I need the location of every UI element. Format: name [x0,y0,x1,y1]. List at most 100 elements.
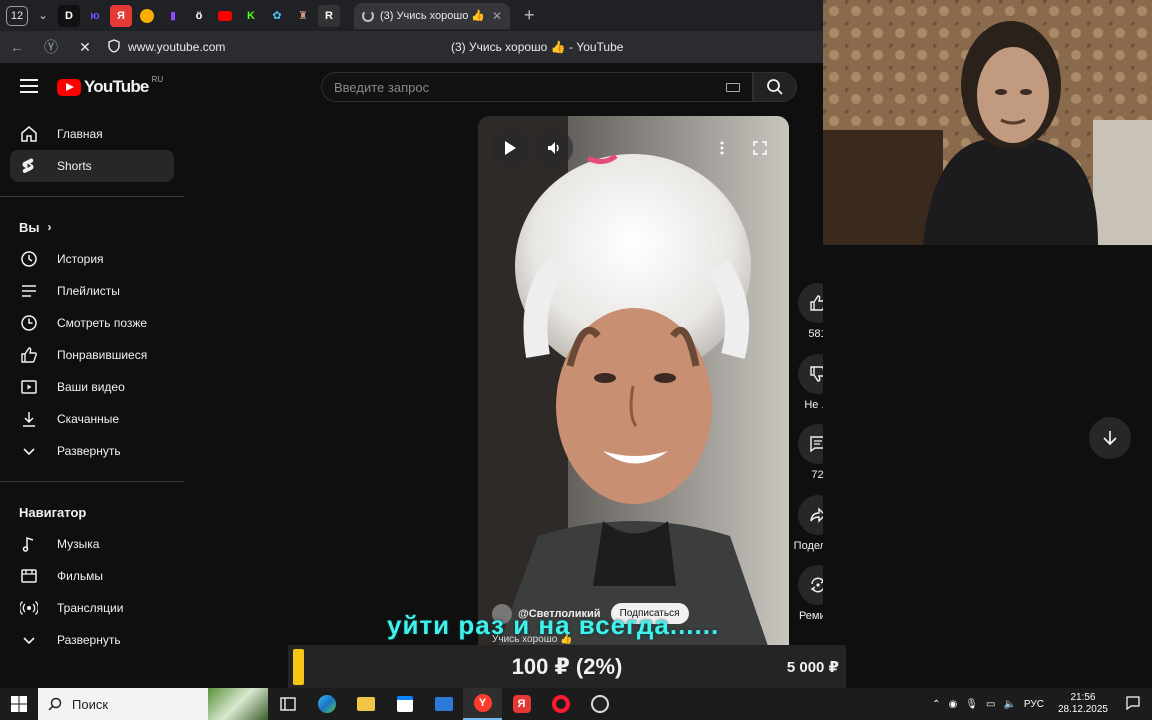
sidebar-item-label: Плейлисты [57,284,120,298]
speaker-icon[interactable]: 🔈 [1003,699,1015,710]
sidebar-item-shorts[interactable]: Shorts [10,150,174,182]
shorts-video-player[interactable]: @Светлоликий Подписаться Учись хорошо 👍 [478,116,789,646]
sidebar-item-downloads[interactable]: Скачанные [10,403,174,435]
more-options-button[interactable] [703,129,741,167]
back-arrow-icon[interactable]: ← [0,39,34,55]
search-box[interactable] [321,72,753,102]
sidebar: Главная Shorts Вы › История Плейлисты См… [0,118,184,656]
thumbs-up-icon [19,345,39,365]
active-tab[interactable]: (3) Учись хорошо 👍 - YouTube ✕ [354,2,510,29]
youtube-play-icon [57,78,81,96]
play-button[interactable] [491,129,529,167]
tab-count-button[interactable]: 12 [6,5,28,26]
new-tab-button[interactable]: + [524,5,535,26]
film-icon [19,566,39,586]
comment-count: 72 [811,469,824,481]
sidebar-item-your-videos[interactable]: Ваши видео [10,371,174,403]
yandex-home-icon[interactable]: Ⓨ [34,37,68,57]
sidebar-item-watch-later[interactable]: Смотреть позже [10,307,174,339]
opera-icon[interactable] [541,688,580,720]
pinned-tab-yellow-icon[interactable] [136,5,158,27]
video-frame [478,116,789,646]
notifications-icon[interactable] [1126,695,1140,713]
pinned-tab-twitch-icon[interactable]: ▮ [162,5,184,27]
sidebar-item-home[interactable]: Главная [10,118,174,150]
pinned-tab-avatar-icon[interactable]: ♜ [292,5,314,27]
microphone-icon[interactable]: 🎙 [965,699,978,710]
tab-menu-chevron-icon[interactable]: ⌄ [32,5,54,27]
sidebar-item-live[interactable]: Трансляции [10,592,174,624]
stop-loading-icon[interactable]: ✕ [68,39,102,56]
sidebar-item-films[interactable]: Фильмы [10,560,174,592]
sidebar-item-history[interactable]: История [10,243,174,275]
search-input[interactable] [334,79,726,95]
active-tab-title: (3) Учись хорошо 👍 - YouTube [380,10,486,22]
pinned-tab-youtube-icon[interactable] [214,5,236,27]
search-icon [767,79,783,95]
obs-icon[interactable] [580,688,619,720]
pinned-tab-multi-icon[interactable]: ✿ [266,5,288,27]
system-tray: ⌃ ◉ 🎙 ▭ 🔈 РУС 21:56 28.12.2025 [932,688,1152,720]
more-vertical-icon [720,141,724,155]
play-icon [505,141,516,155]
search-button[interactable] [753,72,797,102]
youtube-logo[interactable]: YouTube RU [57,75,163,97]
sidebar-item-label: Трансляции [57,601,124,615]
clock[interactable]: 21:56 28.12.2025 [1058,692,1108,716]
fullscreen-button[interactable] [741,129,779,167]
right-empty-area [823,245,1152,688]
your-videos-icon [19,377,39,397]
volume-icon [548,142,559,154]
network-icon[interactable]: ▭ [986,699,995,710]
volume-button[interactable] [535,129,573,167]
camera-icon[interactable]: ◉ [949,699,958,710]
pinned-tab-r-icon[interactable]: R [318,4,340,27]
windows-logo-icon [11,696,27,712]
start-button[interactable] [0,688,38,720]
sidebar-item-label: Смотреть позже [57,316,148,330]
next-video-button[interactable] [1089,417,1131,459]
playlists-icon [19,281,39,301]
close-tab-icon[interactable]: ✕ [492,9,502,23]
loading-spinner-icon [362,9,374,22]
sidebar-item-expand-you[interactable]: Развернуть [10,435,174,467]
pinned-tab-yandex-icon[interactable]: Я [110,4,132,27]
menu-icon[interactable] [20,79,38,93]
edge-icon[interactable] [307,688,346,720]
keyboard-icon[interactable] [726,82,740,92]
sidebar-item-music[interactable]: Музыка [10,528,174,560]
url-text[interactable]: www.youtube.com [128,40,225,54]
taskbar-search[interactable]: Поиск [38,688,268,720]
logo-text: YouTube [84,77,149,96]
mail-icon[interactable] [424,688,463,720]
yandex-icon[interactable]: Я [502,688,541,720]
webcam-overlay [823,0,1152,245]
chevron-up-icon[interactable]: ⌃ [932,699,940,710]
yandex-browser-icon[interactable]: Y [463,688,502,720]
live-icon [19,598,39,618]
shorts-icon [19,156,39,176]
sidebar-item-expand-nav[interactable]: Развернуть [10,624,174,656]
sidebar-item-playlists[interactable]: Плейлисты [10,275,174,307]
sidebar-item-label: Главная [57,127,103,141]
sidebar-section-navigator: Навигатор [0,496,184,528]
taskbar: Поиск Y Я ⌃ ◉ 🎙 ▭ 🔈 РУС 21:56 28.12.2025 [0,688,1152,720]
section-title-you: Вы [19,219,40,235]
pinned-tab-kick-icon[interactable]: K [240,5,262,27]
sidebar-section-you[interactable]: Вы › [0,211,184,243]
sidebar-item-label: Shorts [57,159,92,173]
task-view-icon[interactable] [268,688,307,720]
pinned-tab-yu-icon[interactable]: ю [84,5,106,27]
sidebar-item-label: Развернуть [57,444,121,458]
page-title: (3) Учись хорошо 👍 - YouTube [451,40,624,54]
fullscreen-icon [753,141,767,155]
site-info-shield-icon[interactable] [108,38,120,56]
sidebar-item-liked[interactable]: Понравившиеся [10,339,174,371]
language-indicator[interactable]: РУС [1024,699,1044,710]
store-icon[interactable] [385,688,424,720]
pinned-tab-dzen-icon[interactable]: D [58,4,80,27]
file-explorer-icon[interactable] [346,688,385,720]
chevron-down-icon [19,441,39,461]
pinned-tab-ok-icon[interactable]: ö [188,5,210,27]
search-highlight-image [208,688,268,720]
